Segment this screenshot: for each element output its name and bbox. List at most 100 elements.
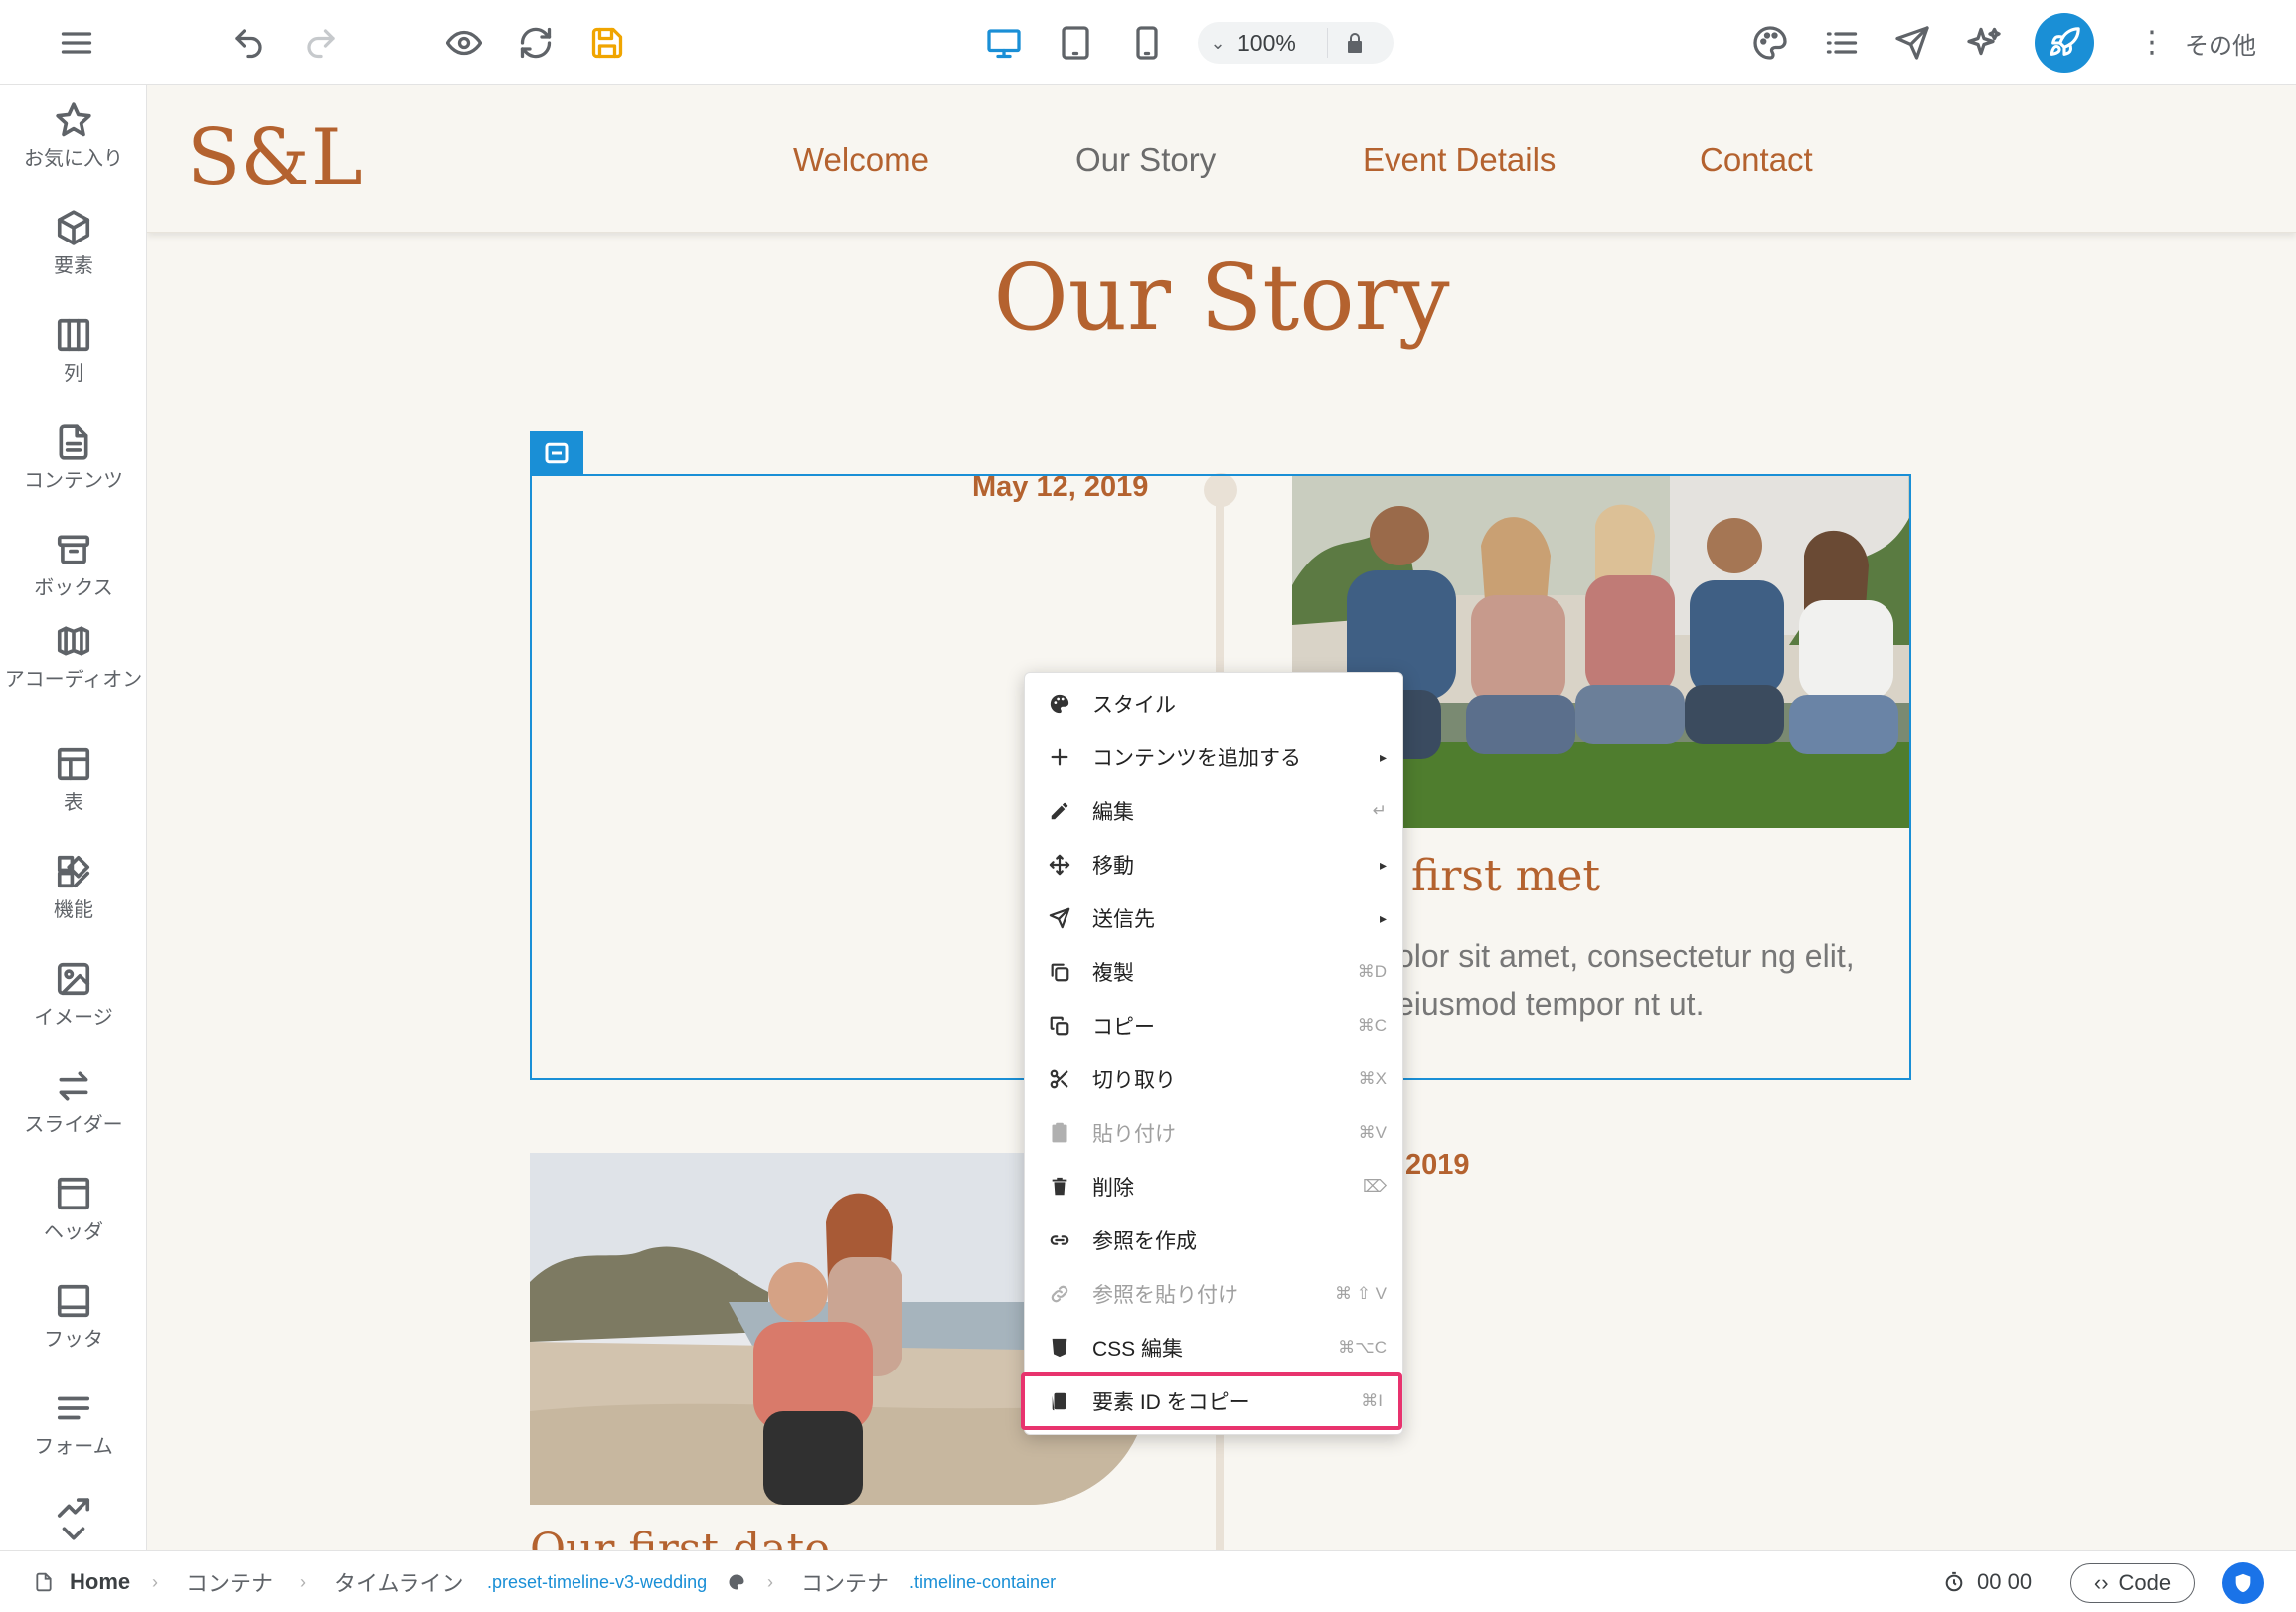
breadcrumb-home[interactable]: Home — [70, 1551, 130, 1612]
menu-item-duplicate[interactable]: 複製 ⌘D — [1025, 945, 1402, 999]
page-title[interactable]: Our Story — [147, 244, 2296, 351]
container-handle-icon[interactable] — [530, 431, 583, 475]
sidebar-item-table[interactable]: 表 — [0, 745, 146, 817]
move-icon — [1045, 854, 1074, 876]
sidebar-item-label: 表 — [64, 792, 83, 814]
columns-icon — [57, 318, 90, 352]
menu-item-add-content[interactable]: コンテンツを追加する ▸ — [1025, 730, 1402, 784]
lock-icon[interactable] — [1327, 28, 1382, 58]
menu-item-paste[interactable]: 貼り付け ⌘V — [1025, 1106, 1402, 1160]
sidebar-item-favorites[interactable]: お気に入り — [0, 101, 146, 173]
sidebar-item-label: ボックス — [34, 577, 113, 599]
menu-item-label: 参照を貼り付け — [1092, 1284, 1238, 1307]
nav-link-contact[interactable]: Contact — [1700, 141, 1813, 179]
list-icon[interactable] — [1817, 18, 1867, 68]
more-label[interactable]: その他 — [2185, 26, 2256, 61]
sidebar-item-label: お気に入り — [24, 148, 123, 170]
more-vert-icon[interactable]: ⋮ — [2137, 28, 2167, 58]
timeline-entry-2-title[interactable]: Our first date — [530, 1525, 830, 1550]
menu-item-delete[interactable]: 削除 ⌦ — [1025, 1160, 1402, 1213]
menu-item-shortcut: ⌘D — [1357, 962, 1387, 981]
zoom-value: 100% — [1237, 29, 1296, 56]
refresh-icon[interactable] — [511, 18, 561, 68]
menu-item-style[interactable]: スタイル — [1025, 677, 1402, 730]
menu-item-css-edit[interactable]: CSS 編集 ⌘⌥C — [1025, 1321, 1402, 1374]
nav-link-event-details[interactable]: Event Details — [1363, 141, 1556, 179]
sidebar-item-label: ヘッダ — [44, 1221, 103, 1243]
publish-rocket-icon[interactable] — [2035, 13, 2094, 73]
breadcrumb-item-timeline[interactable]: タイムライン — [334, 1551, 463, 1612]
sidebar-item-label: 機能 — [54, 899, 93, 921]
sidebar-item-form[interactable]: フォーム — [0, 1389, 146, 1461]
menu-item-label: コンテンツを追加する — [1092, 747, 1301, 770]
redo-icon[interactable] — [296, 18, 346, 68]
save-icon[interactable] — [582, 18, 632, 68]
trash-icon — [1045, 1176, 1074, 1198]
accordion-icon — [57, 626, 90, 656]
link-icon — [1045, 1229, 1074, 1251]
menu-item-move[interactable]: 移動 ▸ — [1025, 838, 1402, 891]
menu-item-shortcut: ⌘V — [1358, 1123, 1387, 1142]
menu-item-send-to[interactable]: 送信先 ▸ — [1025, 891, 1402, 945]
menu-item-cut[interactable]: 切り取り ⌘X — [1025, 1052, 1402, 1106]
undo-icon[interactable] — [224, 18, 273, 68]
mobile-icon[interactable] — [1122, 18, 1172, 68]
scissors-icon — [1045, 1068, 1074, 1090]
plus-icon — [1045, 746, 1074, 768]
breadcrumb-item-container[interactable]: コンテナ — [186, 1551, 273, 1612]
menu-item-label: 編集 — [1092, 801, 1134, 824]
breadcrumb-class[interactable]: .preset-timeline-v3-wedding — [487, 1551, 707, 1612]
sidebar-item-image[interactable]: イメージ — [0, 960, 146, 1032]
sidebar-item-columns[interactable]: 列 — [0, 316, 146, 388]
ai-sparkle-icon[interactable] — [1959, 18, 2009, 68]
cube-icon — [57, 210, 90, 245]
sidebar-item-footer[interactable]: フッタ — [0, 1282, 146, 1354]
menu-item-copy[interactable]: コピー ⌘C — [1025, 999, 1402, 1052]
zoom-control[interactable]: ⌄ 100% — [1198, 22, 1394, 64]
star-icon — [56, 102, 91, 137]
sidebar-item-header[interactable]: ヘッダ — [0, 1175, 146, 1246]
header-icon — [57, 1177, 90, 1210]
preview-icon[interactable] — [439, 18, 489, 68]
menu-icon[interactable] — [52, 18, 101, 68]
sidebar-item-label: イメージ — [34, 1007, 113, 1029]
breadcrumb-separator: › — [152, 1571, 158, 1592]
tablet-icon[interactable] — [1051, 18, 1100, 68]
more-menu[interactable]: ⋮ その他 — [2137, 20, 2256, 66]
code-button[interactable]: ‹› Code — [2070, 1563, 2195, 1603]
sidebar-item-box[interactable]: ボックス — [0, 531, 146, 602]
menu-item-create-reference[interactable]: 参照を作成 — [1025, 1213, 1402, 1267]
palette-icon[interactable] — [1745, 18, 1795, 68]
sidebar-item-slider[interactable]: スライダー — [0, 1067, 146, 1139]
sidebar-item-content[interactable]: コンテンツ — [0, 423, 146, 495]
sidebar-item-elements[interactable]: 要素 — [0, 209, 146, 280]
desktop-icon[interactable] — [979, 18, 1029, 68]
shield-icon[interactable] — [2222, 1562, 2264, 1604]
send-icon[interactable] — [1887, 18, 1937, 68]
menu-item-label: CSS 編集 — [1092, 1338, 1184, 1361]
site-logo[interactable]: S&L — [187, 113, 364, 203]
stopwatch-icon — [1945, 1571, 1963, 1592]
breadcrumb-item-container-2[interactable]: コンテナ — [801, 1551, 889, 1612]
sidebar-item-accordion[interactable]: アコーディオン — [0, 622, 146, 694]
timer[interactable]: 00 00 — [1943, 1551, 2032, 1612]
breadcrumb-class-timeline-container[interactable]: .timeline-container — [909, 1551, 1056, 1612]
menu-item-shortcut: ⌘X — [1358, 1069, 1387, 1088]
chevron-down-icon[interactable]: ⌄ — [1198, 33, 1237, 54]
menu-item-paste-reference[interactable]: 参照を貼り付け ⌘ ⇧ V — [1025, 1267, 1402, 1321]
duplicate-icon — [1045, 961, 1074, 983]
menu-item-shortcut: ↵ — [1372, 801, 1387, 820]
sidebar-scroll-down[interactable] — [0, 1515, 146, 1550]
menu-item-label: 参照を作成 — [1092, 1230, 1197, 1253]
nav-link-our-story[interactable]: Our Story — [1075, 141, 1216, 179]
menu-item-copy-element-id[interactable]: 要素 ID をコピー ⌘I — [1021, 1372, 1402, 1430]
nav-link-welcome[interactable]: Welcome — [793, 141, 929, 179]
timeline-date-2[interactable]: 2019 — [1405, 1149, 1470, 1182]
site-header[interactable]: S&L Welcome Our Story Event Details Cont… — [147, 85, 2296, 233]
sidebar-item-features[interactable]: 機能 — [0, 853, 146, 924]
sidebar-item-label: 列 — [64, 363, 83, 385]
element-sidebar: お気に入り 要素 列 コンテンツ ボックス アコーディオン 表 機能 イメージ … — [0, 85, 147, 1550]
menu-item-label: 削除 — [1092, 1177, 1134, 1200]
menu-item-edit[interactable]: 編集 ↵ — [1025, 784, 1402, 838]
breadcrumb-separator: › — [767, 1571, 773, 1592]
